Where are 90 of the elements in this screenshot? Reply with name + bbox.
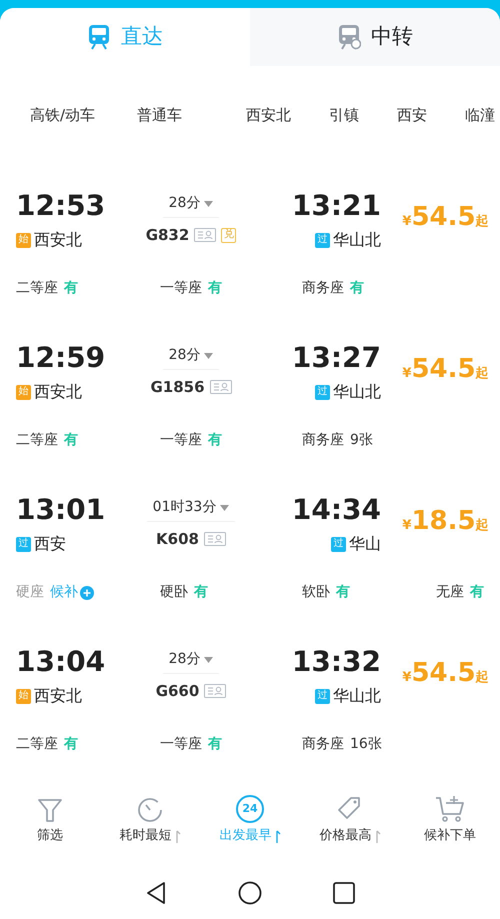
- seat-class: 二等座: [16, 735, 58, 754]
- station-tag: 过: [315, 384, 330, 400]
- price: ¥54.5起: [402, 200, 489, 234]
- train-icon: [337, 24, 361, 50]
- station-tag: 始: [16, 384, 31, 400]
- back-icon[interactable]: [144, 881, 168, 905]
- departure-station: 西安北: [34, 229, 82, 251]
- seat-class: 商务座: [302, 431, 344, 450]
- station-tag: 始: [16, 232, 31, 248]
- seat-class: 一等座: [160, 431, 202, 450]
- seat-availability: 有: [64, 431, 78, 450]
- train-type-filter[interactable]: 普通车: [137, 104, 182, 126]
- arrival-station: 华山: [349, 533, 381, 555]
- seat-info-icon: [210, 380, 232, 394]
- train-number: G1856: [150, 377, 205, 398]
- station-tag: 过: [16, 536, 31, 552]
- seat-info-icon: [204, 532, 226, 546]
- caret-down-icon: [204, 656, 214, 662]
- train-type-filter[interactable]: 高铁/动车: [30, 104, 96, 126]
- departure-time: 12:53: [16, 190, 106, 222]
- station-filter[interactable]: 临潼: [465, 104, 496, 126]
- seat-availability: 有: [350, 279, 364, 298]
- seat-class: 商务座: [302, 279, 344, 298]
- seat-class: 硬卧: [160, 583, 188, 602]
- price: ¥18.5起: [402, 504, 489, 538]
- departure-time: 13:04: [16, 646, 106, 678]
- seat-availability: 有: [208, 279, 222, 298]
- station-tag: 过: [331, 536, 346, 552]
- seat-availability: 有: [64, 735, 78, 754]
- duration-dropdown[interactable]: 28分: [162, 342, 220, 370]
- seat-class: 硬座: [16, 583, 44, 602]
- sort-action[interactable]: 候补下单: [400, 793, 500, 846]
- duration-dropdown[interactable]: 01时33分: [146, 494, 236, 522]
- departure-station: 西安北: [34, 685, 82, 707]
- caret-down-icon: [220, 504, 230, 510]
- duration-dropdown[interactable]: 28分: [162, 646, 220, 674]
- sort-action[interactable]: 筛选: [0, 793, 100, 846]
- filter-icon: [37, 797, 63, 823]
- station-filter[interactable]: 西安: [397, 104, 428, 126]
- caret-down-icon: [204, 200, 214, 206]
- seat-class: 无座: [436, 583, 464, 602]
- arrival-time: 13:32: [292, 646, 381, 678]
- seat-availability: 有: [470, 583, 484, 602]
- arrival-station: 华山北: [333, 229, 381, 251]
- timer-icon: [136, 795, 164, 823]
- train-number: G832: [146, 225, 190, 246]
- sort-action[interactable]: 耗时最短: [100, 793, 200, 846]
- clock-24-icon: 24: [236, 795, 264, 823]
- station-filter[interactable]: 引镇: [329, 104, 360, 126]
- seat-class: 一等座: [160, 279, 202, 298]
- departure-station: 西安北: [34, 381, 82, 403]
- route-tab[interactable]: 中转: [250, 8, 500, 66]
- seat-class: 二等座: [16, 431, 58, 450]
- cart-plus-icon: [434, 795, 466, 823]
- seat-availability: 有: [208, 735, 222, 754]
- seat-info-icon: [194, 228, 216, 242]
- seat-class: 一等座: [160, 735, 202, 754]
- train-number: G660: [156, 681, 200, 702]
- duration-dropdown[interactable]: 28分: [162, 190, 220, 218]
- arrival-time: 14:34: [292, 494, 381, 526]
- station-tag: 过: [315, 232, 330, 248]
- arrival-time: 13:27: [292, 342, 381, 374]
- seat-availability: 有: [336, 583, 350, 602]
- arrival-time: 13:21: [292, 190, 381, 222]
- price: ¥54.5起: [402, 352, 489, 386]
- seat-class: 软卧: [302, 583, 330, 602]
- seat-availability: 有: [194, 583, 208, 602]
- sort-action[interactable]: 价格最高: [300, 793, 400, 846]
- home-icon[interactable]: [238, 881, 262, 905]
- recents-icon[interactable]: [332, 881, 356, 905]
- seat-availability: 有: [208, 431, 222, 450]
- arrival-station: 华山北: [333, 685, 381, 707]
- seat-availability: 16张: [350, 735, 382, 754]
- seat-availability: 9张: [350, 431, 373, 450]
- departure-time: 13:01: [16, 494, 106, 526]
- departure-time: 12:59: [16, 342, 106, 374]
- seat-class: 商务座: [302, 735, 344, 754]
- station-tag: 始: [16, 688, 31, 704]
- arrival-station: 华山北: [333, 381, 381, 403]
- seat-info-icon: [204, 684, 226, 698]
- departure-station: 西安: [34, 533, 66, 555]
- seat-availability: 有: [64, 279, 78, 298]
- station-filter[interactable]: 西安北: [246, 104, 292, 126]
- exchange-badge: 兑: [221, 228, 236, 243]
- price: ¥54.5起: [402, 656, 489, 690]
- train-icon: [87, 24, 111, 50]
- seat-class: 二等座: [16, 279, 58, 298]
- station-tag: 过: [315, 688, 330, 704]
- caret-down-icon: [204, 352, 214, 358]
- train-number: K608: [156, 529, 199, 550]
